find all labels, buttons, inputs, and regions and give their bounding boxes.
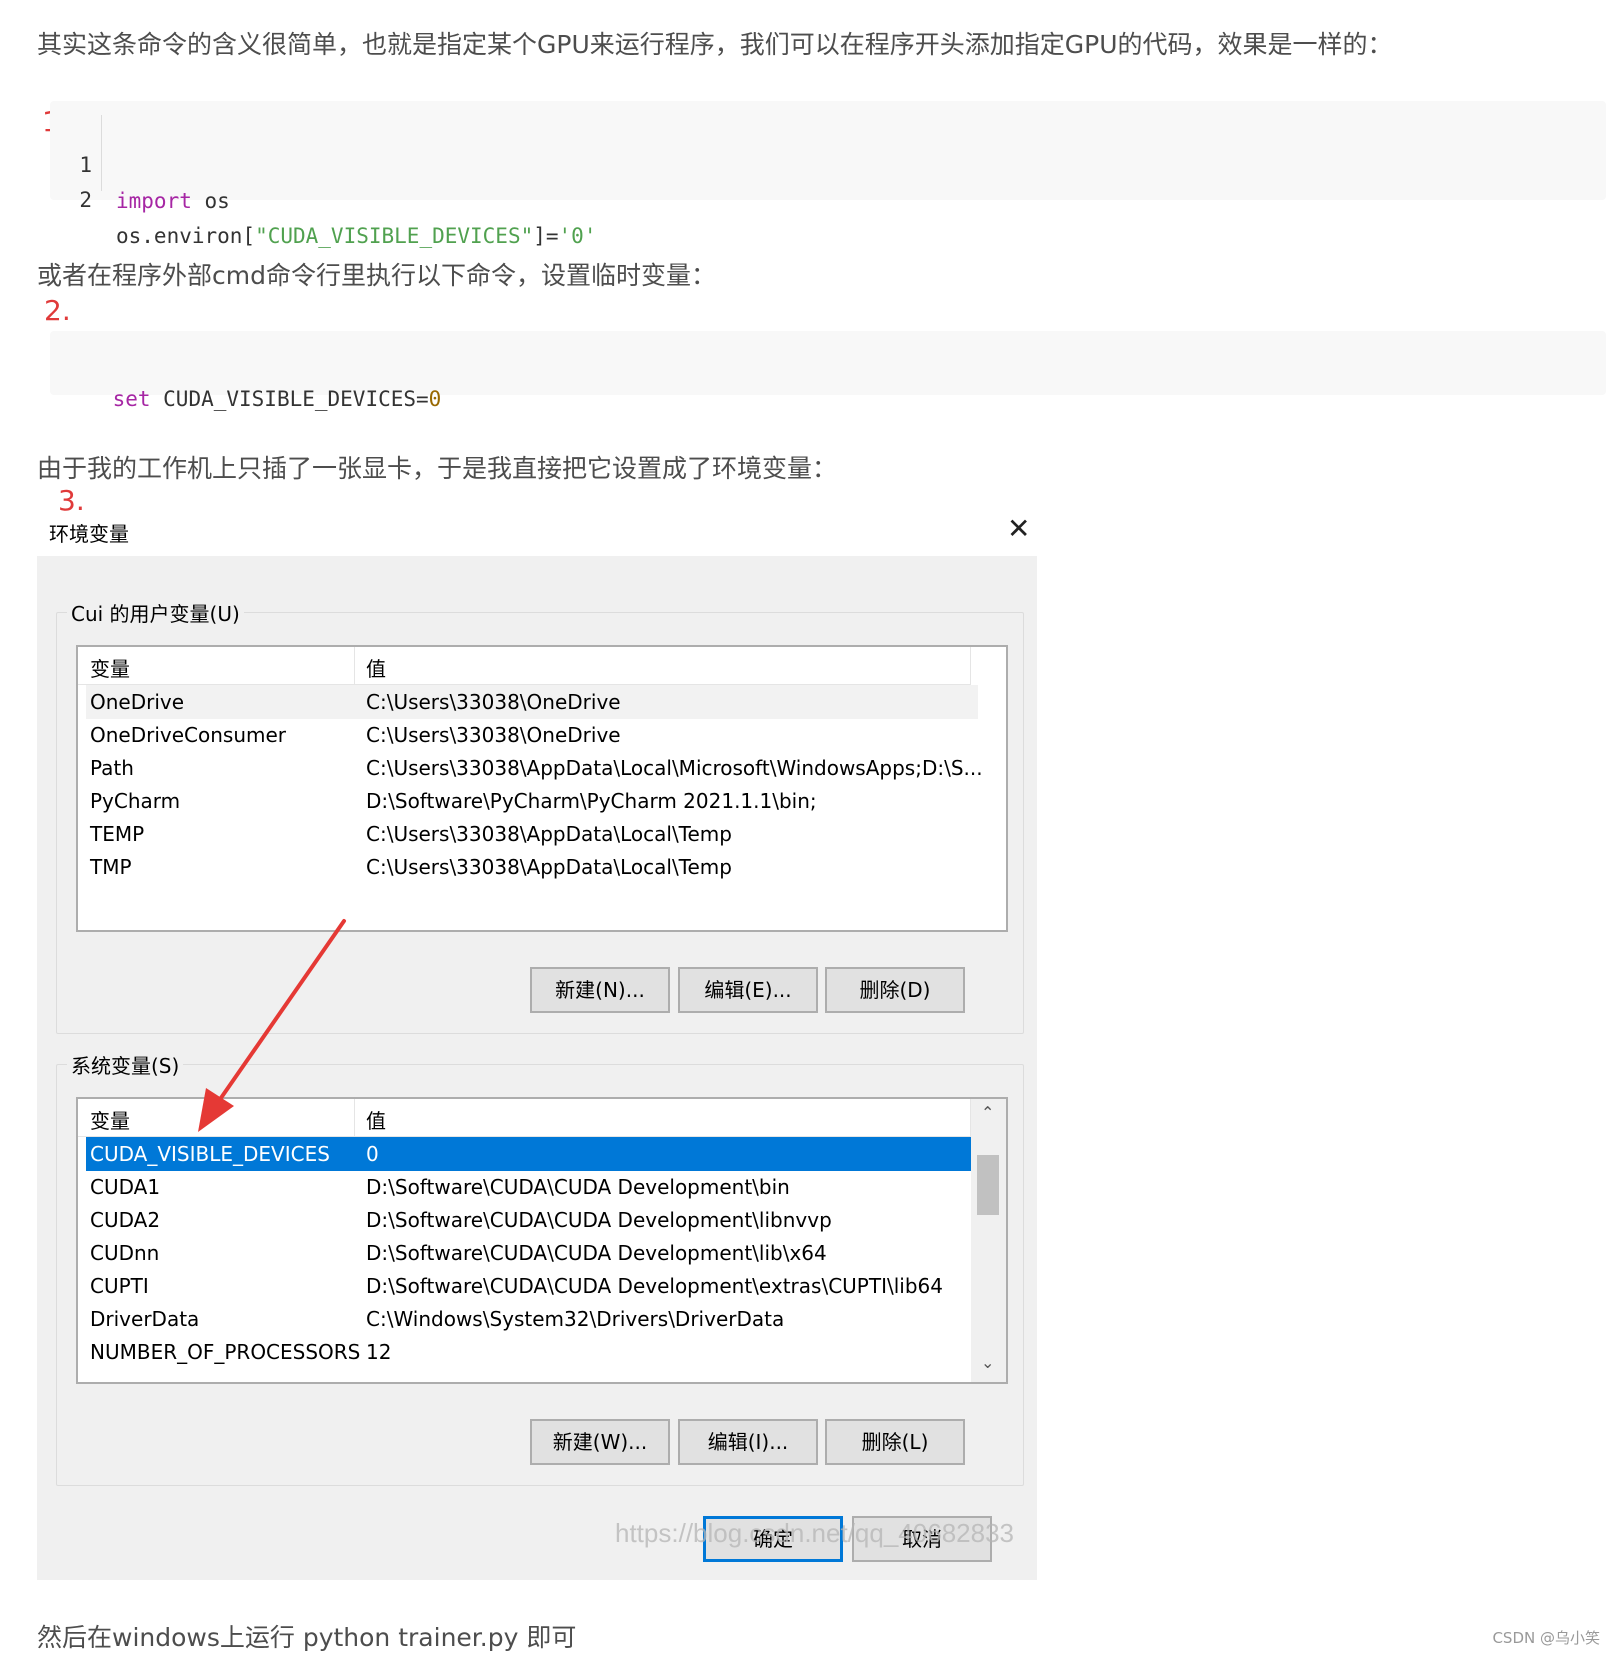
variable-value: C:\Users\33038\AppData\Local\Microsoft\W… xyxy=(366,756,983,780)
table-row[interactable]: NUMBER_OF_PROCESSORS 12 xyxy=(86,1335,978,1369)
system-variables-label: 系统变量(S) xyxy=(67,1050,184,1079)
code-text: os.environ[ xyxy=(116,224,256,248)
table-row[interactable]: DriverData C:\Windows\System32\Drivers\Dr… xyxy=(86,1302,978,1336)
dialog-title-bar: 环境变量 ✕ xyxy=(37,508,1037,554)
variable-value: D:\Software\CUDA\CUDA Development\extras… xyxy=(366,1274,943,1298)
code-block-cmd: set CUDA_VISIBLE_DEVICES=0 xyxy=(50,331,1606,411)
code-string: "CUDA_VISIBLE_DEVICES" xyxy=(255,224,534,248)
system-delete-button[interactable]: 删除(L) xyxy=(825,1419,965,1465)
env-paragraph: 由于我的工作机上只插了一张显卡，于是我直接把它设置成了环境变量： xyxy=(37,454,838,483)
table-row[interactable]: CUDA2 D:\Software\CUDA\CUDA Development\l… xyxy=(86,1203,978,1237)
column-header-variable[interactable]: 变量 xyxy=(90,1105,130,1134)
system-variables-list[interactable]: 变量 值 CUDA_VISIBLE_DEVICES 0 CUDA1 D:\Softw… xyxy=(76,1097,1008,1384)
user-edit-button[interactable]: 编辑(E)... xyxy=(678,967,818,1013)
table-row[interactable]: Path C:\Users\33038\AppData\Local\Microso… xyxy=(86,751,983,785)
table-row[interactable]: OneDrive C:\Users\33038\OneDrive xyxy=(86,685,978,719)
code-text: os xyxy=(191,189,230,213)
table-row[interactable]: CUDnn D:\Software\CUDA\CUDA Development\l… xyxy=(86,1236,978,1270)
variable-value: D:\Software\CUDA\CUDA Development\libnvv… xyxy=(366,1208,832,1232)
code-line-1: 1 import os xyxy=(50,111,229,213)
close-icon[interactable]: ✕ xyxy=(1007,512,1030,545)
vertical-scrollbar[interactable]: ⌃ ⌄ xyxy=(971,1099,1006,1382)
variable-value: 12 xyxy=(366,1340,392,1364)
dialog-title: 环境变量 xyxy=(49,522,129,546)
footer-credit: CSDN @乌小笑 xyxy=(1492,1629,1600,1647)
variable-name: CUDA1 xyxy=(90,1175,161,1199)
step-marker-3: 3. xyxy=(58,484,85,517)
variable-name: OneDriveConsumer xyxy=(90,723,287,747)
code-keyword: set xyxy=(112,387,151,411)
system-variables-group: 系统变量(S) 变量 值 CUDA_VISIBLE_DEVICES 0 CUDA1… xyxy=(56,1050,1024,1486)
table-row[interactable]: OneDriveConsumer C:\Users\33038\OneDrive xyxy=(86,718,978,752)
code-text: ]= xyxy=(533,224,559,248)
variable-name: CUDA2 xyxy=(90,1208,161,1232)
variable-name: DriverData xyxy=(90,1307,200,1331)
code-block-python: 1 import os 2 os.environ["CUDA_VISIBLE_D… xyxy=(50,101,1606,248)
code-line-2: 2 os.environ["CUDA_VISIBLE_DEVICES"]='0' xyxy=(50,146,596,248)
step-marker-2: 2. xyxy=(44,294,71,327)
variable-name: PyCharm xyxy=(90,789,181,813)
user-variables-label: Cui 的用户变量(U) xyxy=(67,598,244,627)
table-row[interactable]: TEMP C:\Users\33038\AppData\Local\Temp xyxy=(86,817,978,851)
table-row[interactable]: TMP C:\Users\33038\AppData\Local\Temp xyxy=(86,850,978,884)
chevron-down-icon[interactable]: ⌄ xyxy=(981,1353,994,1372)
environment-variables-dialog: Cui 的用户变量(U) 变量 值 OneDrive C:\Users\33038… xyxy=(37,556,1037,1580)
code-string: '0' xyxy=(558,224,597,248)
variable-value: D:\Software\PyCharm\PyCharm 2021.1.1\bin… xyxy=(366,789,817,813)
variable-value: C:\Users\33038\AppData\Local\Temp xyxy=(366,855,732,879)
table-row-selected[interactable]: CUDA_VISIBLE_DEVICES 0 xyxy=(86,1137,978,1171)
system-edit-button[interactable]: 编辑(I)... xyxy=(678,1419,818,1465)
user-variables-list[interactable]: 变量 值 OneDrive C:\Users\33038\OneDrive One… xyxy=(76,645,1008,932)
variable-name: Path xyxy=(90,756,134,780)
table-row[interactable]: CUPTI D:\Software\CUDA\CUDA Development\e… xyxy=(86,1269,978,1303)
variable-value: 0 xyxy=(366,1142,379,1166)
user-delete-button[interactable]: 删除(D) xyxy=(825,967,965,1013)
system-new-button[interactable]: 新建(W)... xyxy=(530,1419,670,1465)
scrollbar-thumb[interactable] xyxy=(977,1155,999,1215)
intro-paragraph: 其实这条命令的含义很简单，也就是指定某个GPU来运行程序，我们可以在程序开头添加… xyxy=(37,30,1393,59)
watermark: https://blog.csdn.net/qq_40682833 xyxy=(615,1518,1014,1548)
line-number: 2 xyxy=(79,188,92,212)
code-gutter xyxy=(101,115,102,191)
column-header-value[interactable]: 值 xyxy=(366,1105,386,1134)
list-header: 变量 值 xyxy=(78,1099,971,1137)
cmd-paragraph: 或者在程序外部cmd命令行里执行以下命令，设置临时变量： xyxy=(37,261,716,290)
variable-value: C:\Users\33038\OneDrive xyxy=(366,723,621,747)
variable-name: CUDnn xyxy=(90,1241,160,1265)
table-row[interactable]: PyCharm D:\Software\PyCharm\PyCharm 2021.… xyxy=(86,784,978,818)
variable-name: NUMBER_OF_PROCESSORS xyxy=(90,1340,361,1364)
variable-value: D:\Software\CUDA\CUDA Development\bin xyxy=(366,1175,790,1199)
run-paragraph: 然后在windows上运行 python trainer.py 即可 xyxy=(37,1623,577,1652)
code-text: CUDA_VISIBLE_DEVICES= xyxy=(150,387,429,411)
variable-name: CUPTI xyxy=(90,1274,149,1298)
variable-value: C:\Windows\System32\Drivers\DriverData xyxy=(366,1307,785,1331)
variable-value: D:\Software\CUDA\CUDA Development\lib\x6… xyxy=(366,1241,827,1265)
variable-value: C:\Users\33038\OneDrive xyxy=(366,690,621,714)
variable-name: TMP xyxy=(90,855,132,879)
column-header-value[interactable]: 值 xyxy=(366,653,386,682)
chevron-up-icon[interactable]: ⌃ xyxy=(981,1103,994,1122)
variable-name: CUDA_VISIBLE_DEVICES xyxy=(90,1142,330,1166)
code-keyword: import xyxy=(116,189,192,213)
table-row[interactable]: CUDA1 D:\Software\CUDA\CUDA Development\b… xyxy=(86,1170,978,1204)
column-header-variable[interactable]: 变量 xyxy=(90,653,130,682)
variable-name: TEMP xyxy=(90,822,145,846)
user-new-button[interactable]: 新建(N)... xyxy=(530,967,670,1013)
variable-value: C:\Users\33038\AppData\Local\Temp xyxy=(366,822,732,846)
list-header: 变量 值 xyxy=(78,647,971,685)
user-variables-group: Cui 的用户变量(U) 变量 值 OneDrive C:\Users\33038… xyxy=(56,598,1024,1034)
code-line-cmd: set CUDA_VISIBLE_DEVICES=0 xyxy=(62,345,442,411)
variable-name: OneDrive xyxy=(90,690,185,714)
code-number: 0 xyxy=(428,387,442,411)
